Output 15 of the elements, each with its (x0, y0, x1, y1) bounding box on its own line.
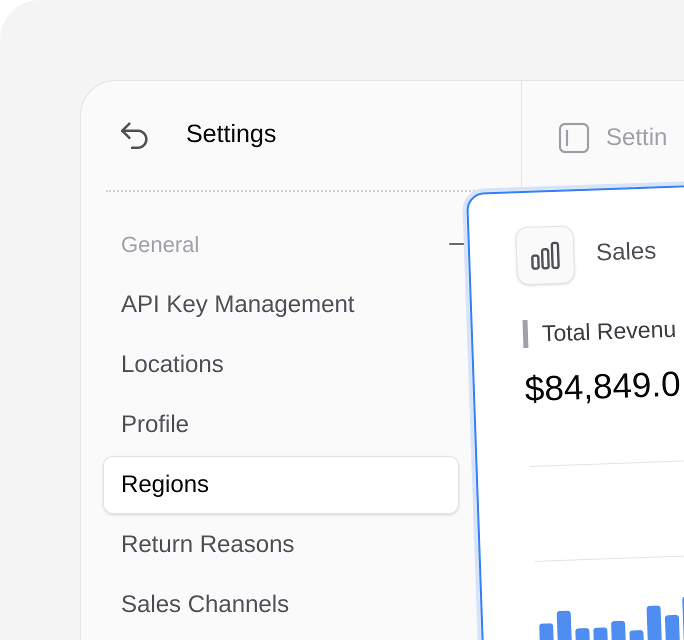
page-title: Settin (606, 123, 668, 153)
sidebar-item[interactable]: API Key Management (103, 276, 354, 334)
sidebar-item[interactable]: Return Reasons (103, 516, 294, 574)
sidebar-item[interactable]: Profile (103, 396, 190, 454)
sidebar-toggle-icon[interactable] (558, 122, 590, 154)
metric-marker (522, 320, 528, 348)
card-title: Sales (596, 236, 657, 268)
metric-label: Total Revenu (541, 314, 677, 348)
minus-icon[interactable] (449, 242, 465, 246)
section-label: General (121, 230, 200, 258)
sidebar-item[interactable]: Regions (103, 456, 459, 514)
sidebar-item[interactable]: Locations (103, 336, 224, 394)
sidebar-item[interactable]: Sales Channels (103, 576, 290, 634)
sidebar-title: Settings (186, 119, 276, 150)
metric-value: $84,849.0 (523, 363, 682, 411)
